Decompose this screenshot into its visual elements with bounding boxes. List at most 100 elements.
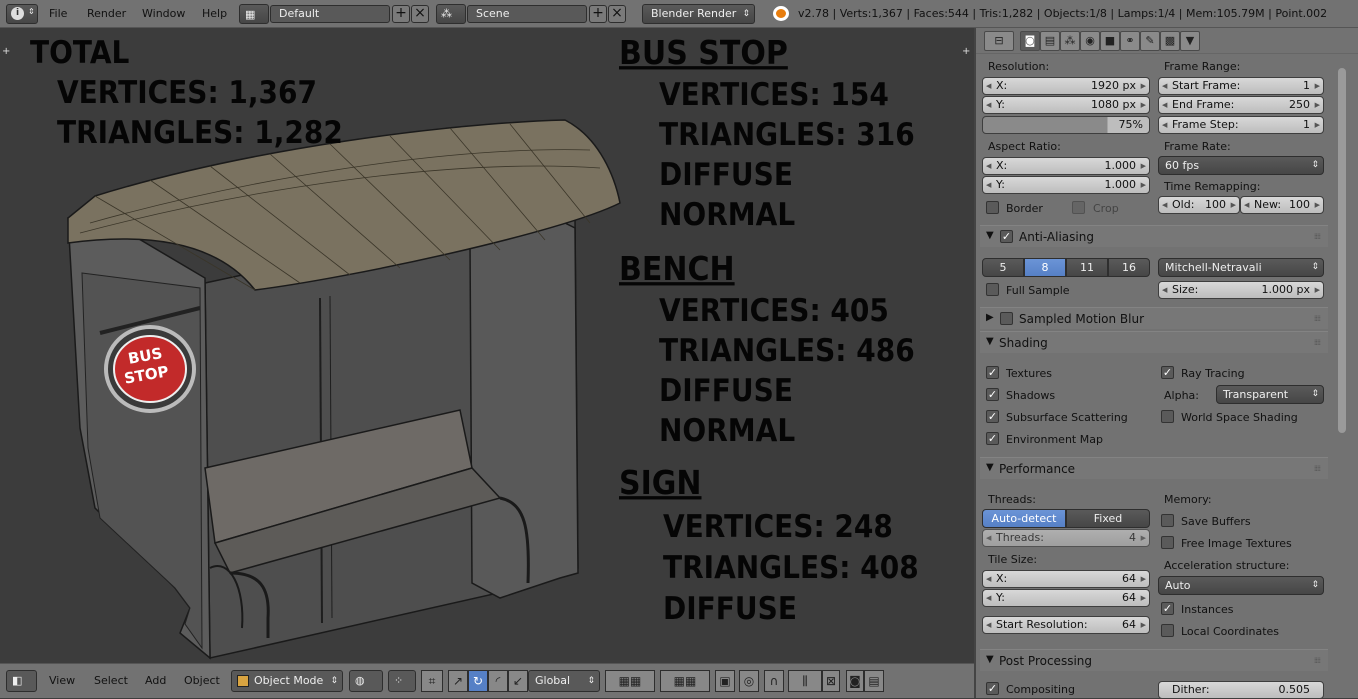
start-resolution-field[interactable]: ◀ Start Resolution: 64 ▶ [982,616,1150,634]
world-tab-icon[interactable]: ◉ [1080,31,1100,51]
time-new-field[interactable]: ◀ New: 100 ▶ [1240,196,1324,214]
add-layout-icon[interactable]: + [392,5,410,23]
start-frame-field[interactable]: ◀ Start Frame: 1 ▶ [1158,77,1324,95]
motion-blur-header[interactable]: ▶ Sampled Motion Blur ⁞⁞⁞⁞ [980,307,1328,329]
snap-toggle-icon[interactable]: ∩ [764,670,784,692]
editor-type-button[interactable]: ⊟ [984,31,1014,51]
total-vertices: VERTICES: 1,367 [57,74,317,111]
textures-checkbox[interactable]: ✓ [986,366,999,379]
env-map-checkbox[interactable]: ✓ [986,432,999,445]
menu-select[interactable]: Select [94,674,128,687]
border-checkbox[interactable] [986,201,999,214]
add-scene-icon[interactable]: + [589,5,607,23]
world-space-checkbox[interactable] [1161,410,1174,423]
performance-header[interactable]: ▼ Performance ⁞⁞⁞⁞ [980,457,1328,479]
tile-x-field[interactable]: ◀ X: 64 ▶ [982,570,1150,588]
pivot-select[interactable]: ⁘ [388,670,416,692]
alpha-select[interactable]: Transparent ⇕ [1216,385,1324,404]
translate-icon[interactable]: ↗ [448,670,468,692]
save-buffers-checkbox[interactable] [1161,514,1174,527]
threads-fixed[interactable]: Fixed [1066,509,1150,528]
editor-type-button[interactable]: i ⇕ [6,4,38,24]
compositing-checkbox[interactable]: ✓ [986,682,999,695]
menu-help[interactable]: Help [202,7,227,20]
post-processing-header[interactable]: ▼ Post Processing ⁞⁞⁞⁞ [980,649,1328,671]
total-triangles: TRIANGLES: 1,282 [57,114,343,151]
layers-grid-1-icon[interactable]: ▦▦ [605,670,655,692]
instances-checkbox[interactable]: ✓ [1161,602,1174,615]
shadows-checkbox[interactable]: ✓ [986,388,999,401]
full-sample-checkbox[interactable] [986,283,999,296]
frame-step-field[interactable]: ◀ Frame Step: 1 ▶ [1158,116,1324,134]
texture-tab-icon[interactable]: ▩ [1160,31,1180,51]
res-x-field[interactable]: ◀ X: 1920 px ▶ [982,77,1150,95]
aspect-y-field[interactable]: ◀ Y: 1.000 ▶ [982,176,1150,194]
3d-viewport[interactable]: + + BUS STOP TOTAL VERTICES: 1,367 TRIAN… [0,28,974,663]
scale-icon[interactable]: ◜ [488,670,508,692]
sss-checkbox[interactable]: ✓ [986,410,999,423]
shading-header[interactable]: ▼ Shading ⁞⁞⁞⁞ [980,331,1328,353]
panel-scrollbar[interactable] [1338,68,1346,433]
menu-add[interactable]: Add [145,674,166,687]
object-data-tab-icon[interactable]: ▼ [1180,31,1200,51]
editor-type-button[interactable]: ◧ [6,670,37,692]
res-y-field[interactable]: ◀ Y: 1080 px ▶ [982,96,1150,114]
frame-rate-select[interactable]: 60 fps ⇕ [1158,156,1324,175]
object-tab-icon[interactable]: ■ [1100,31,1120,51]
motion-blur-checkbox[interactable] [1000,312,1013,325]
render-camera-icon[interactable]: ◙ [846,670,864,692]
aa-samples-16[interactable]: 16 [1108,258,1150,277]
layout-name-field[interactable]: Default [270,5,390,23]
filter-size-field[interactable]: ◀ Size: 1.000 px ▶ [1158,281,1324,299]
scene-button[interactable]: ⁂ [436,4,466,24]
aa-samples-11[interactable]: 11 [1066,258,1108,277]
aa-filter-select[interactable]: Mitchell-Netravali ⇕ [1158,258,1324,277]
proportional-edit-icon[interactable]: ◎ [739,670,759,692]
local-coords-checkbox[interactable] [1161,624,1174,637]
aa-samples-5[interactable]: 5 [982,258,1024,277]
accel-structure-select[interactable]: Auto ⇕ [1158,576,1324,595]
mode-select[interactable]: Object Mode ⇕ [231,670,343,692]
rotate-icon[interactable]: ↻ [468,670,488,692]
remove-layout-icon[interactable]: × [411,5,429,23]
menu-render[interactable]: Render [87,7,126,20]
scene-tab-icon[interactable]: ⁂ [1060,31,1080,51]
menu-object[interactable]: Object [184,674,220,687]
tile-y-field[interactable]: ◀ Y: 64 ▶ [982,589,1150,607]
render-animation-icon[interactable]: ▤ [864,670,884,692]
manipulator-toggle-icon[interactable]: ⌗ [421,670,443,692]
render-layers-tab-icon[interactable]: ▤ [1040,31,1060,51]
remove-scene-icon[interactable]: × [608,5,626,23]
screen-layout-button[interactable]: ▦ [239,4,269,24]
threads-count-field[interactable]: ◀ Threads: 4 ▶ [982,529,1150,547]
free-textures-checkbox[interactable] [1161,536,1174,549]
lock-layers-icon[interactable]: ▣ [715,670,735,692]
memory-label: Memory: [1164,493,1212,506]
transform-icon[interactable]: ↙ [508,670,528,692]
scene-name-field[interactable]: Scene [467,5,587,23]
ray-tracing-checkbox[interactable]: ✓ [1161,366,1174,379]
render-tab-icon[interactable]: ◙ [1020,31,1040,51]
crop-checkbox[interactable] [1072,201,1085,214]
anti-aliasing-checkbox[interactable]: ✓ [1000,230,1013,243]
threads-auto-detect[interactable]: Auto-detect [982,509,1066,528]
constraints-tab-icon[interactable]: ⚭ [1120,31,1140,51]
dither-field[interactable]: Dither: 0.505 [1158,681,1324,699]
menu-file[interactable]: File [49,7,67,20]
aa-samples-8[interactable]: 8 [1024,258,1066,277]
menu-window[interactable]: Window [142,7,185,20]
menu-view[interactable]: View [49,674,75,687]
res-percentage-slider[interactable]: 75% [982,116,1150,134]
snap-target-icon[interactable]: ⊠ [822,670,840,692]
anti-aliasing-header[interactable]: ▼ ✓ Anti-Aliasing ⁞⁞⁞⁞ [980,225,1328,247]
viewport-shading-select[interactable]: ◍ [349,670,383,692]
layers-grid-2-icon[interactable]: ▦▦ [660,670,710,692]
render-engine-select[interactable]: Blender Render ⇕ [642,4,755,24]
expand-triangle-icon: ▼ [986,230,994,241]
end-frame-field[interactable]: ◀ End Frame: 250 ▶ [1158,96,1324,114]
time-old-field[interactable]: ◀ Old: 100 ▶ [1158,196,1240,214]
aspect-x-field[interactable]: ◀ X: 1.000 ▶ [982,157,1150,175]
snap-element-icon[interactable]: ⫼ [788,670,822,692]
modifiers-tab-icon[interactable]: ✎ [1140,31,1160,51]
orientation-select[interactable]: Global ⇕ [528,670,600,692]
